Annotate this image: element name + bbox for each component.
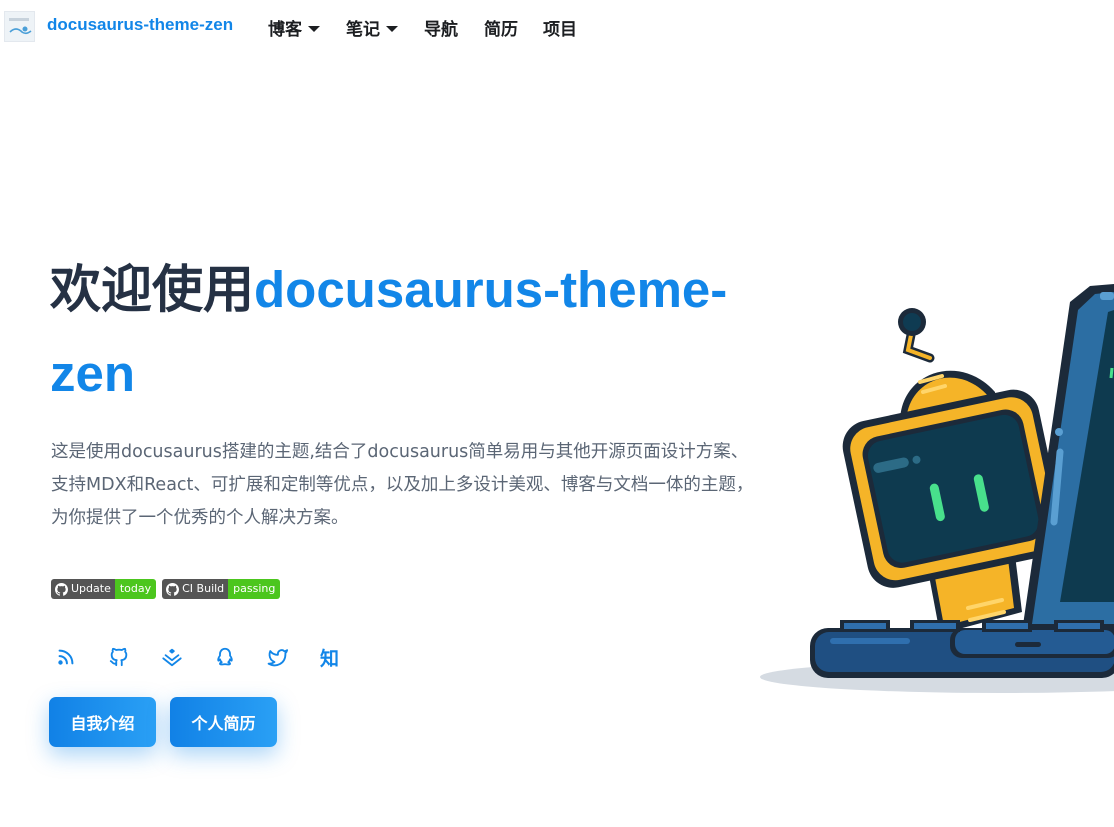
ci-build-badge-label: CI Build xyxy=(182,582,225,595)
ci-build-badge[interactable]: CI Build passing xyxy=(162,579,281,599)
hero-description: 这是使用docusaurus搭建的主题,结合了docusaurus简单易用与其他… xyxy=(51,442,754,528)
github-icon xyxy=(166,582,180,596)
qq-link[interactable] xyxy=(214,645,267,669)
nav-projects-label: 项目 xyxy=(543,20,577,40)
hero-title-prefix: 欢迎使用 xyxy=(50,261,255,318)
hero-title-accent-line2: zen xyxy=(50,345,136,402)
site-logo[interactable] xyxy=(4,11,35,42)
github-link[interactable] xyxy=(108,645,161,669)
nav-blog-dropdown[interactable]: 博客 xyxy=(268,15,320,40)
update-badge-label: Update xyxy=(71,582,111,595)
rss-link[interactable] xyxy=(55,645,108,669)
juejin-link[interactable] xyxy=(161,645,214,669)
twitter-link[interactable] xyxy=(267,645,320,669)
brand-title[interactable]: docusaurus-theme-zen xyxy=(47,15,233,35)
update-badge-value: today xyxy=(114,579,157,599)
ci-build-badge-value: passing xyxy=(228,579,281,599)
hero-title-accent-line1: docusaurus-theme- xyxy=(254,261,728,318)
zhihu-link[interactable]: 知 xyxy=(320,645,373,670)
github-icon xyxy=(109,647,128,667)
nav-projects-link[interactable]: 项目 xyxy=(543,15,577,40)
robot-antenna-icon xyxy=(898,308,935,363)
about-me-button[interactable]: 自我介绍 xyxy=(49,697,156,747)
badge-row: Update today CI Build passing xyxy=(51,579,281,599)
nav-resume-link[interactable]: 简历 xyxy=(484,15,518,40)
zhihu-icon: 知 xyxy=(320,647,340,670)
qq-icon xyxy=(217,647,233,666)
nav-notes-dropdown[interactable]: 笔记 xyxy=(346,15,398,40)
rss-icon xyxy=(58,649,74,665)
nav-navigation-label: 导航 xyxy=(424,20,458,40)
juejin-icon xyxy=(162,648,182,667)
chevron-down-icon xyxy=(308,25,320,32)
nav-blog-label: 博客 xyxy=(268,20,302,40)
chevron-down-icon xyxy=(386,25,398,32)
update-badge[interactable]: Update today xyxy=(51,579,157,599)
resume-button[interactable]: 个人简历 xyxy=(170,697,277,747)
twitter-icon xyxy=(267,649,289,667)
social-links: 知 xyxy=(55,645,373,670)
hero-title: 欢迎使用docusaurus-theme- zen xyxy=(50,248,770,416)
nav-resume-label: 简历 xyxy=(484,20,518,40)
navbar: docusaurus-theme-zen 博客 笔记 导航 简历 项目 xyxy=(0,0,1114,54)
nav-notes-label: 笔记 xyxy=(346,20,380,40)
nav-navigation-link[interactable]: 导航 xyxy=(424,15,458,40)
hero-illustration xyxy=(760,284,1114,693)
github-icon xyxy=(55,582,68,596)
